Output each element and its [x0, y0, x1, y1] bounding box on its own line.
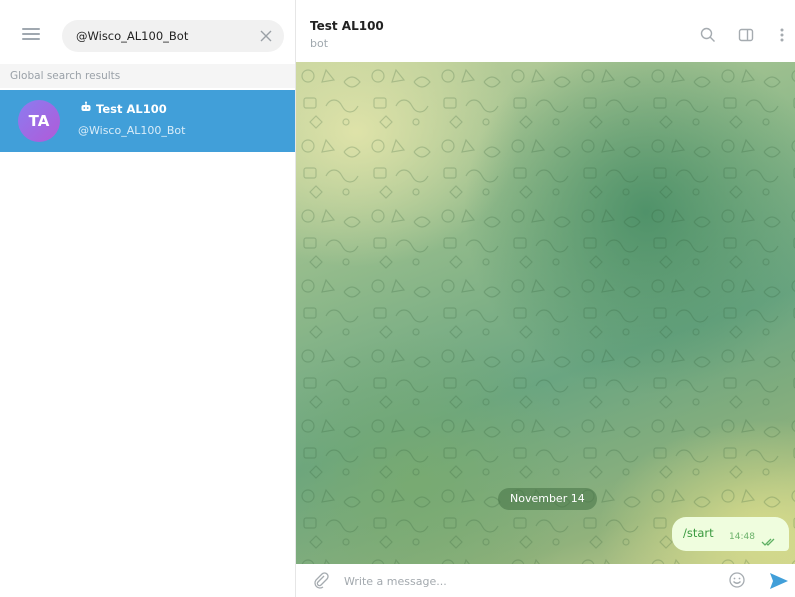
chat-status: bot	[310, 37, 329, 50]
result-title-row: Test AL100	[80, 101, 167, 116]
result-username: @Wisco_AL100_Bot	[78, 124, 186, 137]
emoji-icon[interactable]	[728, 571, 746, 589]
chat-list-panel: Global search results TA Test AL100 @Wis…	[0, 0, 296, 597]
message-composer	[296, 564, 795, 597]
message-input[interactable]	[344, 572, 684, 590]
avatar: TA	[18, 100, 60, 142]
search-box[interactable]	[62, 20, 284, 52]
chat-history[interactable]: November 14 /start 14:48	[296, 62, 795, 564]
chat-title: Test AL100	[310, 19, 384, 33]
hamburger-menu-icon[interactable]	[22, 28, 40, 40]
paperclip-icon[interactable]	[312, 571, 330, 589]
sidebar-toggle-icon[interactable]	[737, 26, 755, 44]
global-search-results-label: Global search results	[0, 64, 295, 88]
close-icon[interactable]	[258, 28, 274, 44]
send-icon[interactable]	[768, 571, 790, 591]
search-bar	[0, 0, 295, 62]
bot-icon	[80, 101, 92, 116]
chat-header[interactable]: Test AL100 bot	[296, 0, 795, 62]
result-title: Test AL100	[96, 101, 167, 116]
message-text: /start	[683, 526, 714, 540]
search-input[interactable]	[76, 27, 246, 45]
search-icon[interactable]	[699, 26, 717, 44]
search-result-test-al100[interactable]: TA Test AL100 @Wisco_AL100_Bot	[0, 90, 295, 152]
outgoing-message[interactable]: /start 14:48	[672, 517, 789, 551]
message-time: 14:48	[729, 532, 755, 542]
date-separator: November 14	[498, 488, 597, 510]
double-check-icon	[761, 532, 777, 546]
more-vertical-icon[interactable]	[773, 26, 791, 44]
